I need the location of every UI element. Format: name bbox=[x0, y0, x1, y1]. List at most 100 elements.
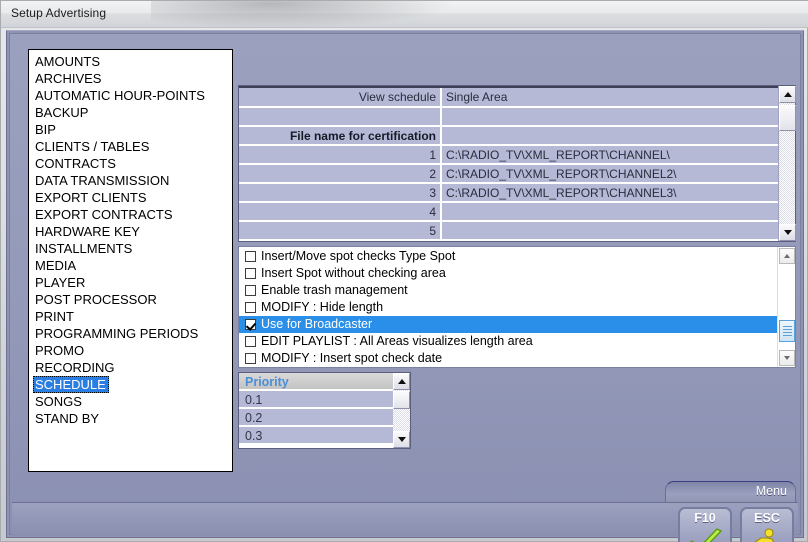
list-item[interactable]: EXPORT CLIENTS bbox=[33, 189, 232, 206]
priority-row[interactable]: 0.3 bbox=[239, 427, 393, 445]
priority-row[interactable]: 0.2 bbox=[239, 409, 393, 427]
arrow-up-icon bbox=[783, 92, 792, 97]
grid-cell-value[interactable] bbox=[441, 221, 780, 241]
list-item[interactable]: STAND BY bbox=[33, 410, 232, 427]
options-scrollbar[interactable] bbox=[777, 247, 795, 367]
checkbox-icon[interactable] bbox=[245, 268, 256, 279]
priority-scrollbar-thumb[interactable] bbox=[393, 391, 410, 409]
checkbox-icon[interactable] bbox=[245, 353, 256, 364]
category-item-label: ARCHIVES bbox=[35, 71, 102, 86]
list-item[interactable]: PLAYER bbox=[33, 274, 232, 291]
priority-row[interactable]: 0.1 bbox=[239, 391, 393, 409]
grid-cell-name[interactable]: 3 bbox=[239, 183, 442, 203]
list-item[interactable]: INSTALLMENTS bbox=[33, 240, 232, 257]
confirm-f10-button[interactable]: F10 bbox=[678, 507, 732, 542]
table-row[interactable]: 1 C:\RADIO_TV\XML_REPORT\CHANNEL\ bbox=[239, 145, 780, 165]
checkbox-icon[interactable] bbox=[245, 285, 256, 296]
category-item-label: BACKUP bbox=[35, 105, 89, 120]
list-item[interactable]: MEDIA bbox=[33, 257, 232, 274]
confirm-key-label: F10 bbox=[694, 511, 716, 525]
list-item[interactable]: RECORDING bbox=[33, 359, 232, 376]
priority-scroll-up-button[interactable] bbox=[393, 373, 410, 390]
checkmark-icon bbox=[680, 527, 730, 542]
list-item[interactable]: POST PROCESSOR bbox=[33, 291, 232, 308]
grid-cell-value[interactable]: C:\RADIO_TV\XML_REPORT\CHANNEL\ bbox=[441, 145, 780, 165]
option-row[interactable]: Enable trash management bbox=[239, 282, 777, 299]
category-item-label: BIP bbox=[35, 122, 56, 137]
list-item[interactable]: PRINT bbox=[33, 308, 232, 325]
option-row[interactable]: Insert Spot without checking area bbox=[239, 265, 777, 282]
table-row[interactable]: View schedule Single Area bbox=[239, 88, 780, 108]
list-item[interactable]: ARCHIVES bbox=[33, 70, 232, 87]
table-row[interactable]: 5 bbox=[239, 221, 780, 241]
options-viewport[interactable]: Insert/Move spot checks Type Spot Insert … bbox=[239, 247, 777, 367]
grid-cell-value[interactable]: Single Area bbox=[441, 88, 780, 108]
list-item[interactable]: SCHEDULE bbox=[33, 376, 232, 393]
menu-tab[interactable]: Menu bbox=[665, 481, 796, 503]
list-item[interactable]: AUTOMATIC HOUR-POINTS bbox=[33, 87, 232, 104]
grid-cell-name[interactable]: 4 bbox=[239, 202, 442, 222]
list-item[interactable]: BIP bbox=[33, 121, 232, 138]
priority-scroll-down-button[interactable] bbox=[393, 431, 410, 448]
grid-cell-name[interactable]: 1 bbox=[239, 145, 442, 165]
table-row[interactable]: File name for certification bbox=[239, 126, 780, 146]
list-item[interactable]: PROMO bbox=[33, 342, 232, 359]
list-item[interactable]: PROGRAMMING PERIODS bbox=[33, 325, 232, 342]
table-row[interactable]: 2 C:\RADIO_TV\XML_REPORT\CHANNEL2\ bbox=[239, 164, 780, 184]
list-item[interactable]: HARDWARE KEY bbox=[33, 223, 232, 240]
table-row[interactable] bbox=[239, 107, 780, 127]
list-item[interactable]: SONGS bbox=[33, 393, 232, 410]
option-row[interactable]: Insert/Move spot checks Type Spot bbox=[239, 248, 777, 265]
priority-scrollbar-inner[interactable] bbox=[393, 373, 410, 448]
grid-cell-name[interactable]: 5 bbox=[239, 221, 442, 241]
option-label: Enable trash management bbox=[261, 283, 408, 297]
checkbox-icon[interactable] bbox=[245, 336, 256, 347]
grid-cell-value[interactable]: C:\RADIO_TV\XML_REPORT\CHANNEL3\ bbox=[441, 183, 780, 203]
checkbox-icon[interactable] bbox=[245, 251, 256, 262]
grid-cell-value[interactable]: C:\RADIO_TV\XML_REPORT\CHANNEL2\ bbox=[441, 164, 780, 184]
scroll-up-button[interactable] bbox=[779, 86, 796, 103]
grid-cell-name[interactable] bbox=[239, 107, 442, 127]
titlebar-shadow bbox=[151, 1, 451, 28]
category-item-label: PRINT bbox=[35, 309, 74, 324]
list-item[interactable]: DATA TRANSMISSION bbox=[33, 172, 232, 189]
option-row[interactable]: EDIT PLAYLIST : All Areas visualizes len… bbox=[239, 333, 777, 350]
category-item-label: STAND BY bbox=[35, 411, 100, 426]
priority-scrollbar[interactable] bbox=[393, 373, 410, 448]
scrollbar-thumb[interactable] bbox=[779, 105, 796, 131]
grid-cell-value[interactable] bbox=[441, 126, 780, 146]
grid-cell-name[interactable]: File name for certification bbox=[239, 126, 442, 146]
options-scroll-down-button[interactable] bbox=[779, 350, 795, 366]
scroll-down-button[interactable] bbox=[779, 224, 796, 241]
list-item[interactable]: EXPORT CONTRACTS bbox=[33, 206, 232, 223]
settings-grid-viewport[interactable]: View schedule Single Area File name for ce… bbox=[239, 86, 780, 241]
option-row[interactable]: MODIFY : Insert spot check date bbox=[239, 350, 777, 367]
list-item[interactable]: AMOUNTS bbox=[33, 53, 232, 70]
category-item-label: POST PROCESSOR bbox=[35, 292, 157, 307]
grid-cell-name[interactable]: 2 bbox=[239, 164, 442, 184]
grid-cell-value[interactable] bbox=[441, 107, 780, 127]
table-row[interactable]: 4 bbox=[239, 202, 780, 222]
settings-grid-scrollbar[interactable] bbox=[778, 86, 796, 241]
list-item[interactable]: CLIENTS / TABLES bbox=[33, 138, 232, 155]
table-row[interactable]: 3 C:\RADIO_TV\XML_REPORT\CHANNEL3\ bbox=[239, 183, 780, 203]
list-item[interactable]: BACKUP bbox=[33, 104, 232, 121]
option-row[interactable]: Use for Broadcaster bbox=[239, 316, 777, 333]
option-row[interactable]: MODIFY : Hide length bbox=[239, 299, 777, 316]
settings-grid[interactable]: View schedule Single Area File name for ce… bbox=[238, 85, 796, 242]
grid-cell-value[interactable] bbox=[441, 202, 780, 222]
options-checklist[interactable]: Insert/Move spot checks Type Spot Insert … bbox=[238, 246, 796, 368]
category-item-label: SONGS bbox=[35, 394, 82, 409]
grid-cell-name[interactable]: View schedule bbox=[239, 88, 442, 108]
priority-listbox[interactable]: Priority 0.1 0.2 0.3 bbox=[238, 372, 411, 449]
options-scroll-up-button[interactable] bbox=[779, 248, 795, 264]
list-item[interactable]: CONTRACTS bbox=[33, 155, 232, 172]
cancel-esc-button[interactable]: ESC bbox=[740, 507, 794, 542]
category-listbox[interactable]: AMOUNTS ARCHIVES AUTOMATIC HOUR-POINTS BACK… bbox=[28, 49, 233, 472]
category-item-label: CONTRACTS bbox=[35, 156, 116, 171]
options-scrollbar-thumb[interactable] bbox=[779, 320, 795, 342]
checkbox-icon[interactable] bbox=[245, 302, 256, 313]
checkbox-icon[interactable] bbox=[245, 319, 256, 330]
arrow-up-icon bbox=[784, 254, 790, 258]
os-window: Setup Advertising AMOUNTS ARCHIVES AUTOMAT… bbox=[0, 0, 808, 542]
